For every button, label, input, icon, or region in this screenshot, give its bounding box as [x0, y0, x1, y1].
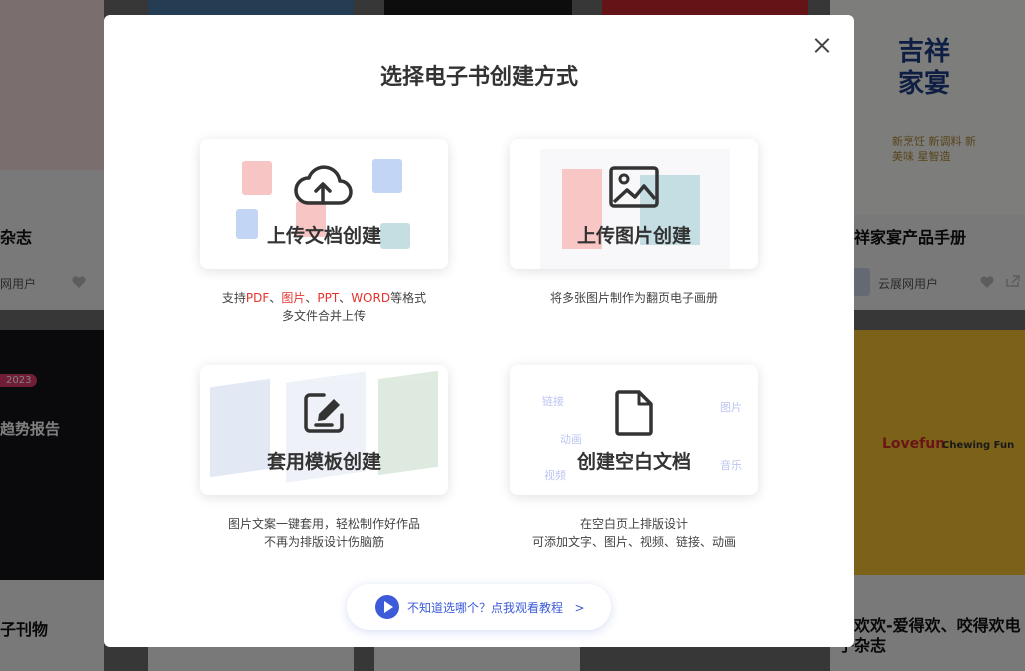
- option-description: 支持PDF、图片、PPT、WORD等格式 多文件合并上传: [221, 291, 427, 323]
- help-text: 不知道选哪个？点我观看教程 >: [407, 601, 585, 615]
- image-icon: [609, 166, 659, 208]
- create-ebook-dialog: 选择电子书创建方式 上传文档创建 支持PDF、图片、PPT、WORD等格式 多文…: [104, 15, 854, 647]
- option-label: 套用模板创建: [266, 451, 381, 473]
- upload-images-option[interactable]: 上传图片创建: [510, 139, 758, 269]
- blank-file-icon: [615, 390, 653, 436]
- edit-icon: [304, 393, 344, 433]
- tutorial-help-button[interactable]: 不知道选哪个？点我观看教程 >: [347, 584, 611, 630]
- upload-document-option[interactable]: 上传文档创建: [200, 139, 448, 269]
- play-icon: [375, 595, 399, 619]
- option-label: 上传文档创建: [266, 225, 381, 247]
- option-label: 上传图片创建: [576, 225, 691, 247]
- chevron-right-icon: >: [574, 601, 585, 615]
- option-label: 创建空白文档: [576, 451, 691, 473]
- option-description: 在空白页上排版设计 可添加文字、图片、视频、链接、动画: [531, 517, 736, 549]
- blank-document-option[interactable]: 链接 动画 视频 图片 音乐 创建空白文档: [510, 365, 758, 495]
- option-description: 图片文案一键套用，轻松制作好作品 不再为排版设计伤脑筋: [227, 517, 420, 549]
- use-template-option[interactable]: 套用模板创建: [200, 365, 448, 495]
- dialog-title: 选择电子书创建方式: [379, 65, 578, 90]
- cloud-upload-icon: [294, 165, 353, 205]
- close-icon[interactable]: [814, 37, 830, 53]
- option-description: 将多张图片制作为翻页电子画册: [549, 291, 718, 305]
